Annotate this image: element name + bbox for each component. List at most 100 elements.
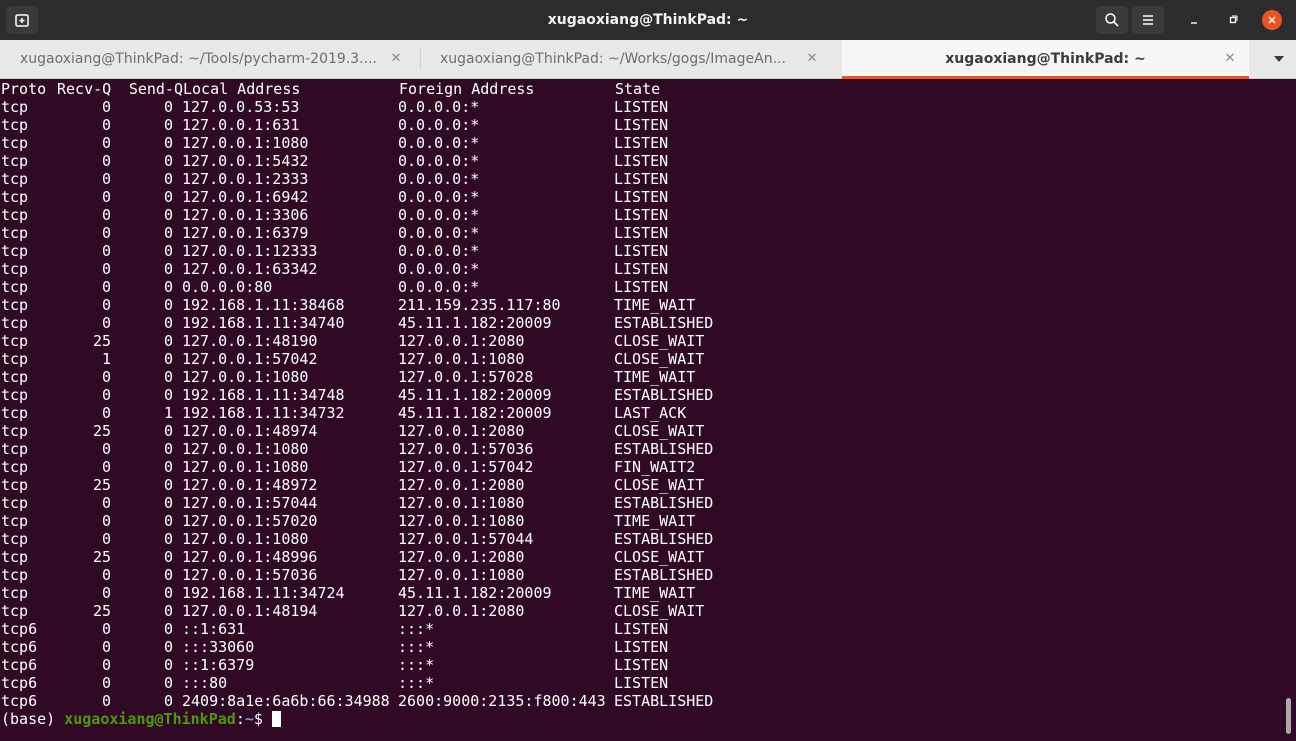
tabs-dropdown-button[interactable] — [1262, 40, 1296, 78]
cell-sendq: 0 — [163, 152, 173, 170]
cell-local-address: 127.0.0.1:12333 — [182, 242, 318, 260]
cell-local-address: 127.0.0.1:6379 — [182, 224, 309, 242]
netstat-row: tcp 0 0 127.0.0.1:57036 127.0.0.1:1080 ESTABL… — [0, 566, 1280, 584]
cell-proto: tcp — [1, 440, 29, 458]
netstat-row: tcp 25 0 127.0.0.1:48194 127.0.0.1:2080 CLOSE… — [0, 602, 1280, 620]
cell-local-address: 192.168.1.11:34724 — [182, 584, 345, 602]
cell-sendq: 0 — [163, 692, 173, 710]
cell-sendq: 0 — [163, 602, 173, 620]
netstat-row: tcp 0 0 192.168.1.11:34724 45.11.1.182:20009… — [0, 584, 1280, 602]
cell-recvq: 0 — [101, 152, 111, 170]
cell-sendq: 0 — [163, 494, 173, 512]
tab-gogs[interactable]: xugaoxiang@ThinkPad: ~/Works/gogs/ImageA… — [420, 40, 841, 78]
header-foreign: Foreign Address — [399, 80, 535, 98]
cell-state: LISTEN — [614, 260, 669, 278]
cell-sendq: 0 — [163, 620, 173, 638]
cell-foreign-address: 45.11.1.182:20009 — [398, 404, 552, 422]
cell-foreign-address: 127.0.0.1:2080 — [398, 548, 525, 566]
title-bar: xugaoxiang@ThinkPad: ~ — [0, 0, 1296, 40]
cell-sendq: 0 — [163, 134, 173, 152]
search-button[interactable] — [1096, 6, 1128, 34]
cell-recvq: 0 — [101, 278, 111, 296]
cell-recvq: 25 — [92, 548, 111, 566]
cell-local-address: 127.0.0.1:48190 — [182, 332, 318, 350]
hamburger-menu-icon — [1143, 15, 1153, 25]
cell-state: ESTABLISHED — [614, 386, 714, 404]
cell-sendq: 0 — [163, 368, 173, 386]
tab-bar: xugaoxiang@ThinkPad: ~/Tools/pycharm-201… — [0, 40, 1296, 79]
netstat-row: tcp 25 0 127.0.0.1:48972 127.0.0.1:2080 CLOSE… — [0, 476, 1280, 494]
tab-pycharm[interactable]: xugaoxiang@ThinkPad: ~/Tools/pycharm-201… — [0, 40, 420, 78]
cell-state: LISTEN — [614, 674, 669, 692]
cell-sendq: 0 — [163, 350, 173, 368]
cell-foreign-address: 0.0.0.0:* — [398, 170, 480, 188]
cell-foreign-address: 127.0.0.1:2080 — [398, 332, 525, 350]
netstat-row: tcp 0 0 127.0.0.1:2333 0.0.0.0:* LISTEN — [0, 170, 1280, 188]
cell-proto: tcp — [1, 548, 29, 566]
menu-button[interactable] — [1132, 6, 1164, 34]
netstat-row: tcp 0 0 127.0.0.1:57044 127.0.0.1:1080 ESTABL… — [0, 494, 1280, 512]
cell-local-address: 192.168.1.11:38468 — [182, 296, 345, 314]
maximize-button[interactable] — [1217, 6, 1249, 34]
cell-recvq: 0 — [101, 656, 111, 674]
netstat-row: tcp 1 0 127.0.0.1:57042 127.0.0.1:1080 CLOSE_… — [0, 350, 1280, 368]
minimize-button[interactable] — [1178, 6, 1210, 34]
cell-proto: tcp — [1, 242, 29, 260]
cell-sendq: 0 — [163, 260, 173, 278]
cell-recvq: 0 — [101, 296, 111, 314]
cell-state: CLOSE_WAIT — [614, 602, 705, 620]
cell-foreign-address: :::* — [398, 674, 435, 692]
cell-sendq: 0 — [163, 98, 173, 116]
cell-state: LISTEN — [614, 98, 669, 116]
cell-local-address: 127.0.0.1:6942 — [182, 188, 309, 206]
cell-sendq: 0 — [163, 584, 173, 602]
cell-local-address: ::1:6379 — [182, 656, 255, 674]
cell-state: LISTEN — [614, 242, 669, 260]
maximize-icon — [1229, 15, 1238, 24]
terminal-scrollbar[interactable] — [1286, 698, 1291, 734]
cell-local-address: 127.0.0.1:48996 — [182, 548, 318, 566]
cell-local-address: 127.0.0.1:3306 — [182, 206, 309, 224]
netstat-row: tcp 0 0 0.0.0.0:80 0.0.0.0:* LISTEN — [0, 278, 1280, 296]
cell-proto: tcp — [1, 368, 29, 386]
close-icon[interactable]: ✕ — [804, 40, 820, 78]
cell-proto: tcp — [1, 296, 29, 314]
cell-state: LISTEN — [614, 170, 669, 188]
tab-home[interactable]: xugaoxiang@ThinkPad: ~ ✕ — [842, 40, 1249, 79]
close-icon[interactable]: ✕ — [388, 40, 404, 78]
netstat-row: tcp6 0 0 2409:8a1e:6a6b:66:34988 2600:9000:2… — [0, 692, 1280, 710]
netstat-row: tcp 0 0 127.0.0.1:3306 0.0.0.0:* LISTEN — [0, 206, 1280, 224]
netstat-row: tcp 0 0 127.0.0.1:57020 127.0.0.1:1080 TIME_W… — [0, 512, 1280, 530]
cell-local-address: 127.0.0.1:57044 — [182, 494, 318, 512]
netstat-row: tcp 0 0 192.168.1.11:34740 45.11.1.182:20009… — [0, 314, 1280, 332]
header-state: State — [615, 80, 661, 98]
terminal-output[interactable]: Proto Recv-Q Send-QLocal Address Foreign Ad… — [0, 80, 1280, 741]
cell-foreign-address: 0.0.0.0:* — [398, 98, 480, 116]
cell-foreign-address: 45.11.1.182:20009 — [398, 314, 552, 332]
cell-proto: tcp6 — [1, 674, 38, 692]
cell-foreign-address: :::* — [398, 638, 435, 656]
cell-local-address: 127.0.0.1:5432 — [182, 152, 309, 170]
cell-local-address: 127.0.0.53:53 — [182, 98, 300, 116]
cell-foreign-address: 0.0.0.0:* — [398, 116, 480, 134]
close-icon[interactable]: ✕ — [1222, 40, 1238, 78]
cell-sendq: 1 — [163, 404, 173, 422]
netstat-row: tcp6 0 0:::33060:::* LISTEN — [0, 638, 1280, 656]
text-cursor — [271, 711, 281, 727]
netstat-row: tcp 25 0 127.0.0.1:48974 127.0.0.1:2080 CLOSE… — [0, 422, 1280, 440]
close-button[interactable] — [1262, 10, 1282, 30]
cell-proto: tcp — [1, 134, 29, 152]
tab-label: xugaoxiang@ThinkPad: ~/Tools/pycharm-201… — [20, 51, 377, 67]
netstat-header: Proto Recv-Q Send-QLocal Address Foreign Ad… — [0, 80, 1280, 98]
prompt-separator: : — [235, 710, 245, 728]
cell-state: TIME_WAIT — [614, 296, 696, 314]
shell-prompt[interactable]: (base) xugaoxiang@ThinkPad:~$ — [0, 710, 1280, 728]
cell-recvq: 0 — [101, 674, 111, 692]
cell-state: ESTABLISHED — [614, 494, 714, 512]
cell-proto: tcp — [1, 260, 29, 278]
cell-foreign-address: 127.0.0.1:1080 — [398, 494, 525, 512]
cell-local-address: 192.168.1.11:34748 — [182, 386, 345, 404]
cell-recvq: 0 — [101, 224, 111, 242]
cell-foreign-address: :::* — [398, 656, 435, 674]
cell-local-address: 127.0.0.1:1080 — [182, 134, 309, 152]
